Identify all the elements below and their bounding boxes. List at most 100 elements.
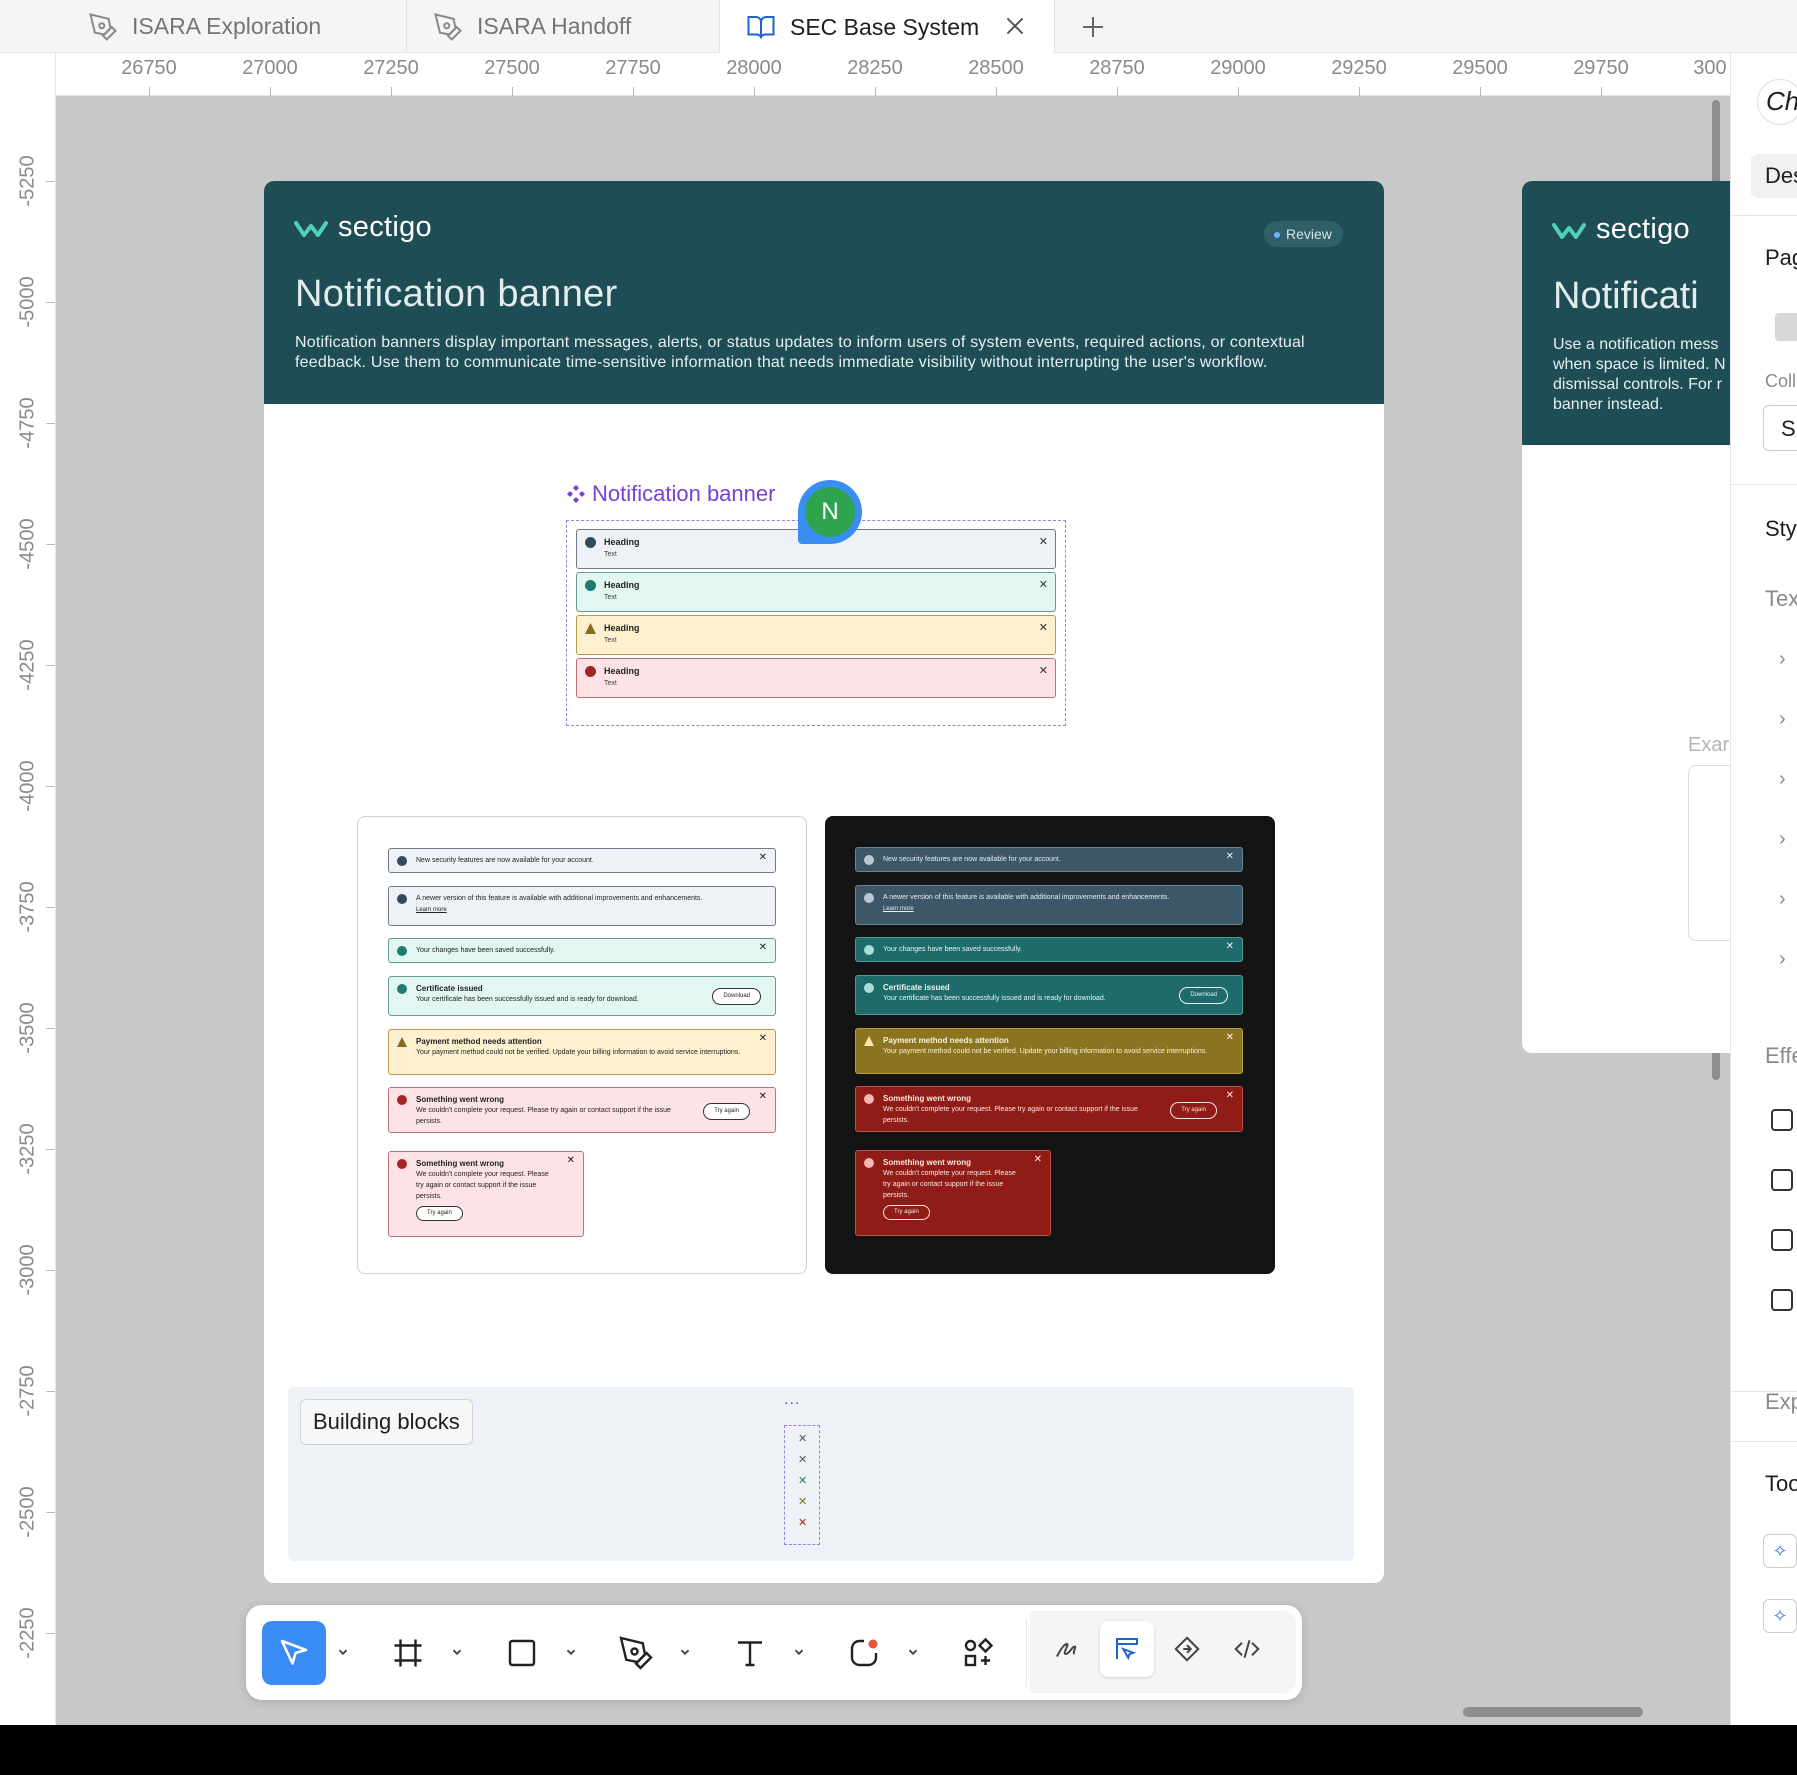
close-icon[interactable]: ✕ (1039, 621, 1048, 634)
chevron-down-icon[interactable] (564, 1645, 578, 1659)
banner-error[interactable]: Something went wrong We couldn't complete… (388, 1087, 776, 1133)
banner-error[interactable]: Something went wrong We couldn't complete… (855, 1086, 1243, 1132)
plus-icon[interactable] (1078, 12, 1108, 42)
documentation-frame-2[interactable]: sectigo Notificati Use a notification me… (1522, 181, 1762, 1053)
collection-label: Coll (1765, 371, 1797, 391)
sparkle-icon[interactable]: ✧ (1763, 1599, 1797, 1633)
banner-warning[interactable]: Payment method needs attention Your payme… (855, 1028, 1243, 1074)
close-icon[interactable]: ✕ (1226, 941, 1234, 952)
component-set-title[interactable]: Notification banner (566, 481, 775, 507)
tab-sec-base-system[interactable]: SEC Base System (720, 0, 1055, 54)
banner-error-compact[interactable]: Something went wrong We couldn't complete… (855, 1150, 1051, 1236)
horizontal-scrollbar[interactable] (1463, 1707, 1643, 1717)
close-icon[interactable]: ✕ (1039, 664, 1048, 677)
download-button[interactable]: Download (1179, 987, 1228, 1004)
chevron-right-icon[interactable]: › (1779, 648, 1786, 671)
ruler-label: -5250 (16, 155, 39, 207)
close-icon[interactable] (1002, 13, 1028, 39)
documentation-frame[interactable]: sectigo Review Notification banner Notif… (264, 181, 1384, 1583)
chevron-down-icon[interactable] (678, 1645, 692, 1659)
banner-success-action[interactable]: Certificate issued Your certificate has b… (388, 976, 776, 1016)
chevron-right-icon[interactable]: › (1779, 708, 1786, 731)
chevron-down-icon[interactable] (906, 1645, 920, 1659)
close-icon[interactable]: ✕ (759, 942, 767, 953)
try-again-button[interactable]: Try again (1170, 1102, 1217, 1119)
tab-isara-exploration[interactable]: ISARA Exploration (62, 0, 407, 53)
chevron-down-icon[interactable] (336, 1645, 350, 1659)
banner-error-compact[interactable]: Something went wrong We couldn't complete… (388, 1151, 584, 1237)
variant-error[interactable]: Heading Text ✕ (576, 658, 1056, 698)
banner-info[interactable]: New security features are now available … (855, 847, 1243, 872)
close-icon[interactable]: ✕ (1226, 851, 1234, 862)
effect-style-swatch[interactable] (1771, 1169, 1793, 1191)
variant-success[interactable]: Heading Text ✕ (576, 572, 1056, 612)
close-icon[interactable]: ✕ (1039, 578, 1048, 591)
close-icon[interactable]: ✕ (567, 1155, 575, 1166)
close-icon[interactable]: ✕ (759, 852, 767, 863)
banner-warning[interactable]: Payment method needs attention Your payme… (388, 1029, 776, 1075)
close-icon[interactable]: ✕ (1226, 1090, 1234, 1101)
draw-mode-button[interactable] (1040, 1621, 1094, 1677)
banner-info-link[interactable]: A newer version of this feature is avail… (855, 885, 1243, 925)
frame-icon (394, 1639, 422, 1667)
banner-info-link[interactable]: A newer version of this feature is avail… (388, 886, 776, 926)
variant-warning[interactable]: Heading Text ✕ (576, 615, 1056, 655)
sparkle-icon[interactable]: ✧ (1763, 1534, 1797, 1568)
components-tool-button[interactable] (946, 1621, 1010, 1685)
rectangle-tool-button[interactable] (490, 1621, 554, 1685)
close-icon[interactable]: ✕ (759, 1091, 767, 1102)
chevron-right-icon[interactable]: › (1779, 888, 1786, 911)
tab-isara-handoff[interactable]: ISARA Handoff (407, 0, 720, 53)
close-icon[interactable]: ✕ (798, 1495, 807, 1508)
effect-style-swatch[interactable] (1771, 1109, 1793, 1131)
close-icon[interactable]: ✕ (1034, 1154, 1042, 1165)
banner-success[interactable]: Your changes have been saved successfull… (855, 937, 1243, 962)
page-color-swatch[interactable] (1775, 313, 1797, 341)
banner-success[interactable]: Your changes have been saved successfull… (388, 938, 776, 963)
chevron-right-icon[interactable]: › (1779, 828, 1786, 851)
banner-info[interactable]: New security features are now available … (388, 848, 776, 873)
close-icon[interactable]: ✕ (798, 1453, 807, 1466)
frame-tool-button[interactable] (376, 1621, 440, 1685)
close-button-variants[interactable]: ✕ ✕ ✕ ✕ ✕ (784, 1425, 820, 1545)
download-button[interactable]: Download (712, 988, 761, 1005)
brand-logo: sectigo (294, 211, 432, 244)
chevron-right-icon[interactable]: › (1779, 948, 1786, 971)
examples-light[interactable]: New security features are now available … (357, 816, 807, 1274)
chevron-down-icon[interactable] (450, 1645, 464, 1659)
try-again-button[interactable]: Try again (703, 1103, 750, 1120)
banner-success-action[interactable]: Certificate issued Your certificate has b… (855, 975, 1243, 1015)
learn-more-link[interactable]: Learn more (883, 906, 914, 912)
export-section-title[interactable]: Exp (1765, 1389, 1797, 1415)
info-icon (864, 855, 874, 865)
move-tool-button[interactable] (262, 1621, 326, 1685)
design-tab[interactable]: Des (1765, 163, 1797, 189)
close-icon[interactable]: ✕ (798, 1516, 807, 1529)
variant-heading: Heading (604, 580, 640, 590)
effect-style-swatch[interactable] (1771, 1289, 1793, 1311)
code-mode-button[interactable] (1220, 1621, 1274, 1677)
user-avatar[interactable]: Ch (1757, 79, 1797, 125)
try-again-button[interactable]: Try again (416, 1206, 463, 1221)
ruler-label: -4250 (16, 639, 39, 691)
learn-more-link[interactable]: Learn more (416, 907, 447, 913)
close-icon[interactable]: ✕ (798, 1432, 807, 1445)
text-tool-button[interactable] (718, 1621, 782, 1685)
collaborator-avatar[interactable]: N (798, 480, 862, 544)
chevron-down-icon[interactable] (792, 1645, 806, 1659)
design-mode-button[interactable] (1100, 1621, 1154, 1677)
building-blocks-section[interactable]: Building blocks ... ✕ ✕ ✕ ✕ ✕ (288, 1387, 1354, 1561)
more-icon[interactable]: ... (784, 1391, 800, 1409)
close-icon[interactable]: ✕ (798, 1474, 807, 1487)
close-icon[interactable]: ✕ (759, 1033, 767, 1044)
close-icon[interactable]: ✕ (1039, 535, 1048, 548)
component-set[interactable]: Heading Text ✕ Heading Text ✕ Heading Te… (566, 520, 1066, 726)
chevron-right-icon[interactable]: › (1779, 768, 1786, 791)
try-again-button[interactable]: Try again (883, 1205, 930, 1220)
pen-tool-button[interactable] (604, 1621, 668, 1685)
close-icon[interactable]: ✕ (1226, 1032, 1234, 1043)
examples-dark[interactable]: New security features are now available … (825, 816, 1275, 1274)
prototype-mode-button[interactable] (1160, 1621, 1214, 1677)
effect-style-swatch[interactable] (1771, 1229, 1793, 1251)
shape-tool-button[interactable] (832, 1621, 896, 1685)
